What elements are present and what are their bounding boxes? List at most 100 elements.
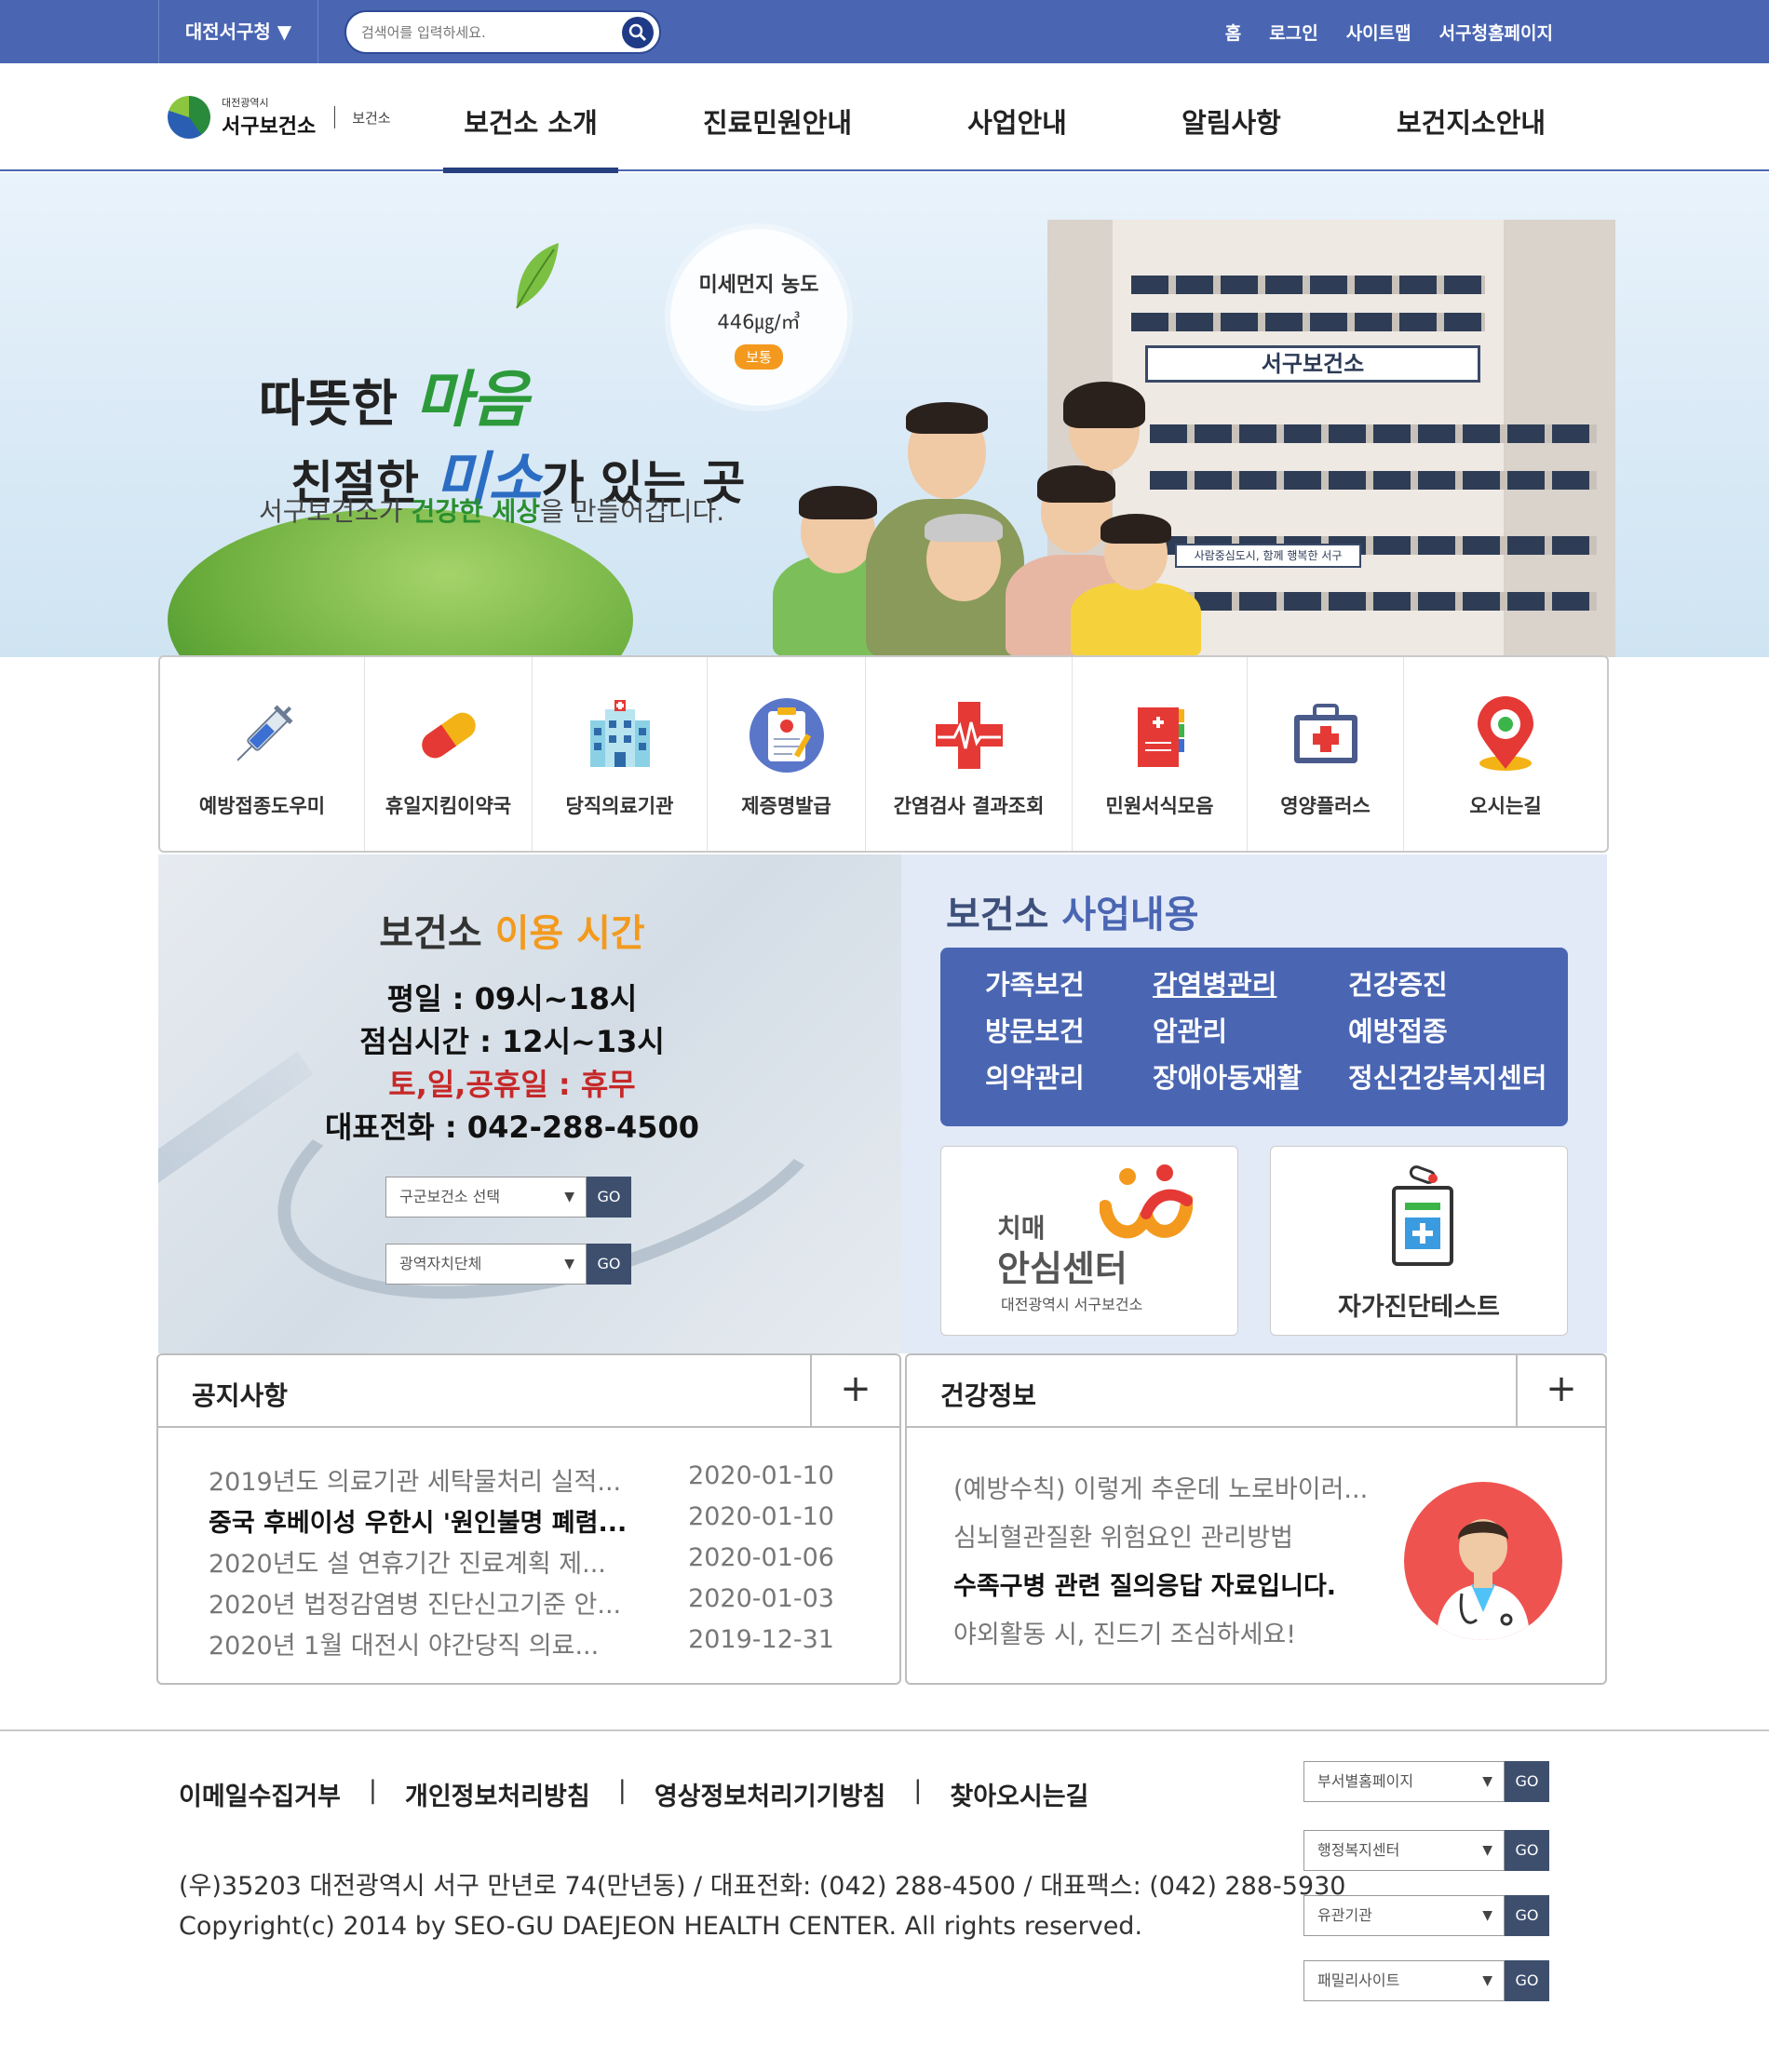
health-row[interactable]: (예방수칙) 이렇게 추운데 노로바이러... [953,1469,1368,1505]
related-org-go-button[interactable]: GO [1505,1895,1549,1936]
footer-separator: | [617,1776,627,1805]
self-test-label: 자가진단테스트 [1338,1293,1500,1322]
footer-link-privacy[interactable]: 개인정보처리방침 [405,1776,590,1812]
notice-row[interactable]: 2020년 1월 대전시 야간당직 의료... 2019-12-31 [209,1625,834,1662]
nav-branch-offices[interactable]: 보건지소안내 [1331,63,1611,171]
quick-certificates[interactable]: 제증명발급 [708,657,866,851]
top-links: 홈 로그인 사이트맵 서구청홈페이지 [1225,0,1553,63]
biz-mental-health-center[interactable]: 정신건강복지센터 [1348,1061,1546,1095]
footer-link-cctv-policy[interactable]: 영상정보처리기기방침 [655,1776,885,1812]
self-diagnosis-card[interactable]: 자가진단테스트 [1270,1146,1568,1336]
search-input[interactable] [361,21,603,44]
district-center-go-button[interactable]: GO [587,1177,631,1218]
footer-select-row: 행정복지센터 GO [1303,1830,1549,1871]
nav-programs[interactable]: 사업안내 [903,63,1131,171]
notice-row[interactable]: 2019년도 의료기관 세탁물처리 실적... 2020-01-10 [209,1461,834,1499]
metro-select[interactable]: 광역자치단체 [385,1244,587,1285]
quick-on-duty-clinics[interactable]: 당직의료기관 [533,657,708,851]
related-org-select[interactable]: 유관기관 [1303,1895,1505,1936]
biz-family-health[interactable]: 가족보건 [985,968,1085,1002]
link-sitemap[interactable]: 사이트맵 [1346,20,1411,45]
biz-infectious-disease[interactable]: 감염병관리 [1153,968,1302,1002]
department-site-select[interactable]: 부서별홈페이지 [1303,1761,1505,1802]
operating-hours-panel: 보건소 이용 시간 평일 : 09시~18시 점심시간 : 12시~13시 토,… [158,854,901,1353]
family-site-go-button[interactable]: GO [1505,1960,1549,2001]
main-nav: 보건소 소개 진료민원안내 사업안내 알림사항 보건지소안내 [410,63,1611,173]
logo-divider [334,106,336,128]
footer: 이메일수집거부 | 개인정보처리방침 | 영상정보처리기기방침 | 찾아오시는길… [0,1729,1769,2072]
health-title: 건강정보 [940,1380,1037,1411]
hero-headline-1: 따뜻한 마음 [259,363,529,436]
nav-clinic-guide[interactable]: 진료민원안내 [652,63,903,171]
site-selector-label: 대전서구청 [184,20,271,43]
health-info-board: 건강정보 + (예방수칙) 이렇게 추운데 노로바이러... 심뇌혈관질환 위험… [905,1353,1607,1685]
biz-child-rehab[interactable]: 장애아동재활 [1153,1061,1302,1095]
lunch-hours: 점심시간 : 12시~13시 [359,1024,665,1059]
hero-banner: 서구보건소 사람중심도시, 함께 행복한 서구 따뜻한 마음 친절한 미소가 있… [0,173,1769,657]
footer-select-row: 패밀리사이트 GO [1303,1960,1549,2001]
notice-more-button[interactable]: + [810,1355,899,1426]
dust-status-badge: 보통 [735,344,783,370]
quick-hepatitis-results[interactable]: 간염검사 결과조회 [866,657,1073,851]
dementia-logo-icon [1100,1164,1193,1239]
dementia-center-card[interactable]: 치매 안심센터 대전광역시 서구보건소 [940,1146,1238,1336]
admin-center-go-button[interactable]: GO [1505,1830,1549,1871]
health-row[interactable]: 수족구병 관련 질의응답 자료입니다. [953,1566,1336,1602]
district-center-select[interactable]: 구군보건소 선택 [385,1177,587,1218]
quick-vaccination[interactable]: 예방접종도우미 [160,657,365,851]
self-test-icon [1392,1165,1453,1266]
biz-cancer-management[interactable]: 암관리 [1153,1015,1302,1048]
health-row[interactable]: 야외활동 시, 진드기 조심하세요! [953,1614,1296,1650]
notice-row[interactable]: 2020년 법정감염병 진단신고기준 안... 2020-01-03 [209,1584,834,1621]
footer-separator: | [913,1776,923,1805]
dementia-label-c: 대전광역시 서구보건소 [1001,1296,1143,1313]
health-row[interactable]: 심뇌혈관질환 위험요인 관리방법 [953,1517,1293,1554]
pill-icon [421,712,476,759]
site-selector[interactable]: 대전서구청 ▼ [158,0,318,63]
metro-go-button[interactable]: GO [587,1244,631,1285]
dementia-label-b: 안심센터 [997,1248,1128,1289]
footer-link-directions[interactable]: 찾아오시는길 [950,1776,1088,1812]
biz-vaccination[interactable]: 예방접종 [1348,1015,1546,1048]
quick-label: 당직의료기관 [565,795,674,817]
biz-visiting-health[interactable]: 방문보건 [985,1015,1085,1048]
logo-subtitle: 보건소 [352,109,391,127]
family-site-select[interactable]: 패밀리사이트 [1303,1960,1505,2001]
logo[interactable]: 대전광역시 서구보건소 보건소 [168,91,391,143]
link-home[interactable]: 홈 [1225,20,1241,45]
admin-center-select[interactable]: 행정복지센터 [1303,1830,1505,1871]
quick-holiday-pharmacy[interactable]: 휴일지킴이약국 [365,657,533,851]
biz-health-promotion[interactable]: 건강증진 [1348,968,1546,1002]
link-login[interactable]: 로그인 [1269,20,1317,45]
nav-about[interactable]: 보건소 소개 [410,63,652,173]
first-aid-kit-icon [1293,704,1357,763]
syringe-icon [236,705,293,761]
quick-directions[interactable]: 오시는길 [1404,657,1607,851]
department-site-go-button[interactable]: GO [1505,1761,1549,1802]
health-board-header: 건강정보 + [907,1355,1605,1428]
weekday-hours: 평일 : 09시~18시 [386,981,638,1016]
hospital-icon [589,700,650,767]
hill-decoration [168,508,633,657]
search-box [344,10,661,54]
business-panel: 보건소 사업내용 가족보건 방문보건 의약관리 감염병관리 암관리 장애아동재활… [901,854,1607,1353]
document-icon [1137,707,1184,767]
quick-civil-forms[interactable]: 민원서식모음 [1073,657,1248,851]
quick-nutrition-plus[interactable]: 영양플러스 [1248,657,1404,851]
footer-select-row: 부서별홈페이지 GO [1303,1761,1549,1802]
health-more-button[interactable]: + [1516,1355,1605,1426]
doctor-icon [1437,1519,1530,1640]
notice-row[interactable]: 중국 후베이성 우한시 '원인불명 폐렴... 2020-01-10 [209,1502,834,1540]
nav-notices[interactable]: 알림사항 [1131,63,1331,171]
notice-board-header: 공지사항 + [158,1355,899,1428]
logo-small-text: 대전광역시 [222,97,269,109]
top-bar: 대전서구청 ▼ 홈 로그인 사이트맵 서구청홈페이지 [0,0,1769,63]
quick-label: 오시는길 [1469,795,1542,817]
logo-text: 대전광역시 서구보건소 [222,95,316,140]
biz-pharmacy-management[interactable]: 의약관리 [985,1061,1085,1095]
footer-link-email-refusal[interactable]: 이메일수집거부 [179,1776,341,1812]
fine-dust-widget[interactable]: 미세먼지 농도 446㎍/㎥ 보통 [670,229,847,406]
link-seogu-homepage[interactable]: 서구청홈페이지 [1439,20,1553,45]
search-button[interactable] [622,17,654,48]
notice-row[interactable]: 2020년도 설 연휴기간 진료계획 제... 2020-01-06 [209,1543,834,1581]
